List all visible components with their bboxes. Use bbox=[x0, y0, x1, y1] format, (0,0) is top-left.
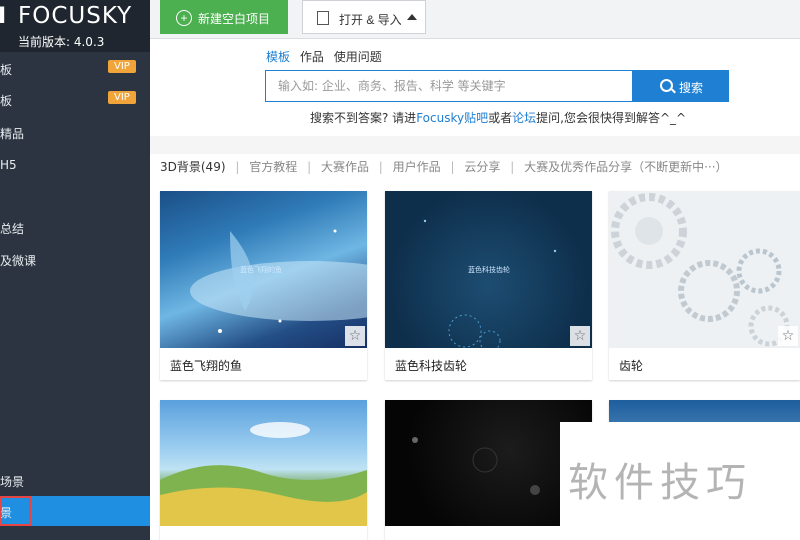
vip-badge: VIP bbox=[108, 91, 136, 104]
sidebar-item-label: H5 bbox=[0, 158, 17, 172]
sidebar-item-summary[interactable]: 总结 bbox=[0, 215, 150, 241]
tab-faq[interactable]: 使用问题 bbox=[334, 50, 382, 64]
star-icon[interactable]: ☆ bbox=[570, 326, 590, 346]
template-card[interactable]: 蓝色科技齿轮 ☆ 蓝色科技齿轮 bbox=[385, 191, 592, 380]
template-title: 蓝色飞翔的鱼 bbox=[170, 359, 243, 373]
open-import-label: 打开 & 导入 bbox=[339, 13, 402, 27]
sidebar-item-label: 场景 bbox=[0, 475, 25, 489]
highlight-box bbox=[0, 496, 31, 526]
category-separator: | bbox=[378, 160, 383, 174]
top-toolbar: + 新建空白项目 打开 & 导入 bbox=[150, 0, 800, 39]
category-contest-works[interactable]: 大赛作品 bbox=[321, 160, 369, 174]
category-tabs: 3D背景(49) | 官方教程 | 大赛作品 | 用户作品 | 云分享 | 大赛… bbox=[160, 158, 728, 175]
template-thumbnail: 蓝色科技齿轮 ☆ bbox=[385, 191, 592, 348]
tieba-link[interactable]: Focusky贴吧 bbox=[416, 111, 488, 125]
sidebar-item-template-vip-1[interactable]: 板 VIP bbox=[0, 56, 150, 82]
category-separator: | bbox=[307, 160, 312, 174]
star-icon[interactable]: ☆ bbox=[345, 326, 365, 346]
gears-illustration bbox=[611, 193, 790, 347]
sidebar-item-label: 总结 bbox=[0, 222, 25, 236]
open-import-button[interactable]: 打开 & 导入 bbox=[302, 0, 426, 34]
watermark-text: 软件技巧 bbox=[568, 460, 752, 506]
template-card[interactable]: 蓝色飞翔的鱼 ☆ 蓝色飞翔的鱼 bbox=[160, 191, 367, 380]
category-contest-share[interactable]: 大赛及优秀作品分享（不断更新中···） bbox=[524, 160, 727, 174]
category-3d-background[interactable]: 3D背景(49) bbox=[160, 160, 226, 174]
template-title: 齿轮 bbox=[619, 359, 644, 373]
template-thumbnail: 蓝色飞翔的鱼 ☆ bbox=[160, 191, 367, 348]
template-card[interactable]: ☆ 齿轮 bbox=[609, 191, 800, 380]
tab-works[interactable]: 作品 bbox=[300, 50, 324, 64]
search-hint: 搜索不到答案? 请进Focusky贴吧或者论坛提问,您会很快得到解答^_^ bbox=[310, 109, 686, 126]
search-box bbox=[265, 70, 633, 102]
document-icon bbox=[317, 11, 329, 25]
brand-header: I FOCUSKY 当前版本: 4.0.3 bbox=[0, 0, 150, 52]
vip-badge: VIP bbox=[108, 60, 136, 73]
category-user-works[interactable]: 用户作品 bbox=[393, 160, 441, 174]
sidebar-item-featured[interactable]: 精品 bbox=[0, 120, 150, 146]
sidebar-item-scene[interactable]: 场景 bbox=[0, 468, 150, 494]
sidebar-item-label: 板 bbox=[0, 63, 13, 77]
new-blank-project-button[interactable]: + 新建空白项目 bbox=[160, 0, 288, 34]
tab-template[interactable]: 模板 bbox=[266, 50, 290, 64]
category-separator: | bbox=[235, 160, 240, 174]
hint-text-pre: 搜索不到答案? 请进 bbox=[310, 111, 417, 125]
caret-up-icon bbox=[407, 14, 417, 20]
search-button-label: 搜索 bbox=[679, 81, 704, 95]
sidebar-item-template-vip-2[interactable]: 板 VIP bbox=[0, 87, 150, 113]
sidebar-item-h5[interactable]: H5 bbox=[0, 153, 150, 179]
sidebar: I FOCUSKY 当前版本: 4.0.3 板 VIP 板 VIP 精品 H5 … bbox=[0, 0, 150, 540]
hint-text-mid: 或者 bbox=[488, 111, 513, 125]
template-thumbnail bbox=[160, 400, 367, 526]
sidebar-item-label: 及微课 bbox=[0, 254, 37, 268]
search-button[interactable]: 搜索 bbox=[633, 70, 729, 102]
brand-name: FOCUSKY bbox=[18, 3, 133, 29]
sidebar-item-microcourse[interactable]: 及微课 bbox=[0, 247, 150, 273]
category-separator: | bbox=[450, 160, 455, 174]
version-label: 当前版本: 4.0.3 bbox=[18, 35, 105, 49]
landscape-illustration bbox=[160, 422, 367, 526]
star-icon[interactable]: ☆ bbox=[778, 326, 798, 346]
search-icon bbox=[660, 79, 673, 92]
template-card[interactable] bbox=[160, 400, 367, 540]
thumbnail-caption: 蓝色科技齿轮 bbox=[468, 266, 510, 274]
hint-text-post: 提问,您会很快得到解答^_^ bbox=[536, 111, 687, 125]
watermark-overlay: 软件技巧 bbox=[560, 422, 800, 540]
sidebar-item-label: 精品 bbox=[0, 127, 25, 141]
search-input[interactable] bbox=[276, 78, 620, 94]
forum-link[interactable]: 论坛 bbox=[512, 111, 536, 125]
category-cloud-share[interactable]: 云分享 bbox=[464, 160, 500, 174]
search-tabs: 模板 作品 使用问题 bbox=[266, 48, 388, 65]
new-blank-project-label: 新建空白项目 bbox=[198, 12, 271, 26]
thumbnail-caption: 蓝色飞翔的鱼 bbox=[240, 266, 282, 274]
template-thumbnail: ☆ bbox=[609, 191, 800, 348]
category-separator: | bbox=[510, 160, 515, 174]
template-title: 蓝色科技齿轮 bbox=[395, 359, 468, 373]
category-divider bbox=[150, 136, 800, 154]
plus-icon: + bbox=[176, 10, 192, 26]
sidebar-item-label: 板 bbox=[0, 94, 13, 108]
brand-logo-icon: I bbox=[0, 4, 8, 29]
category-official-tutorials[interactable]: 官方教程 bbox=[249, 160, 297, 174]
